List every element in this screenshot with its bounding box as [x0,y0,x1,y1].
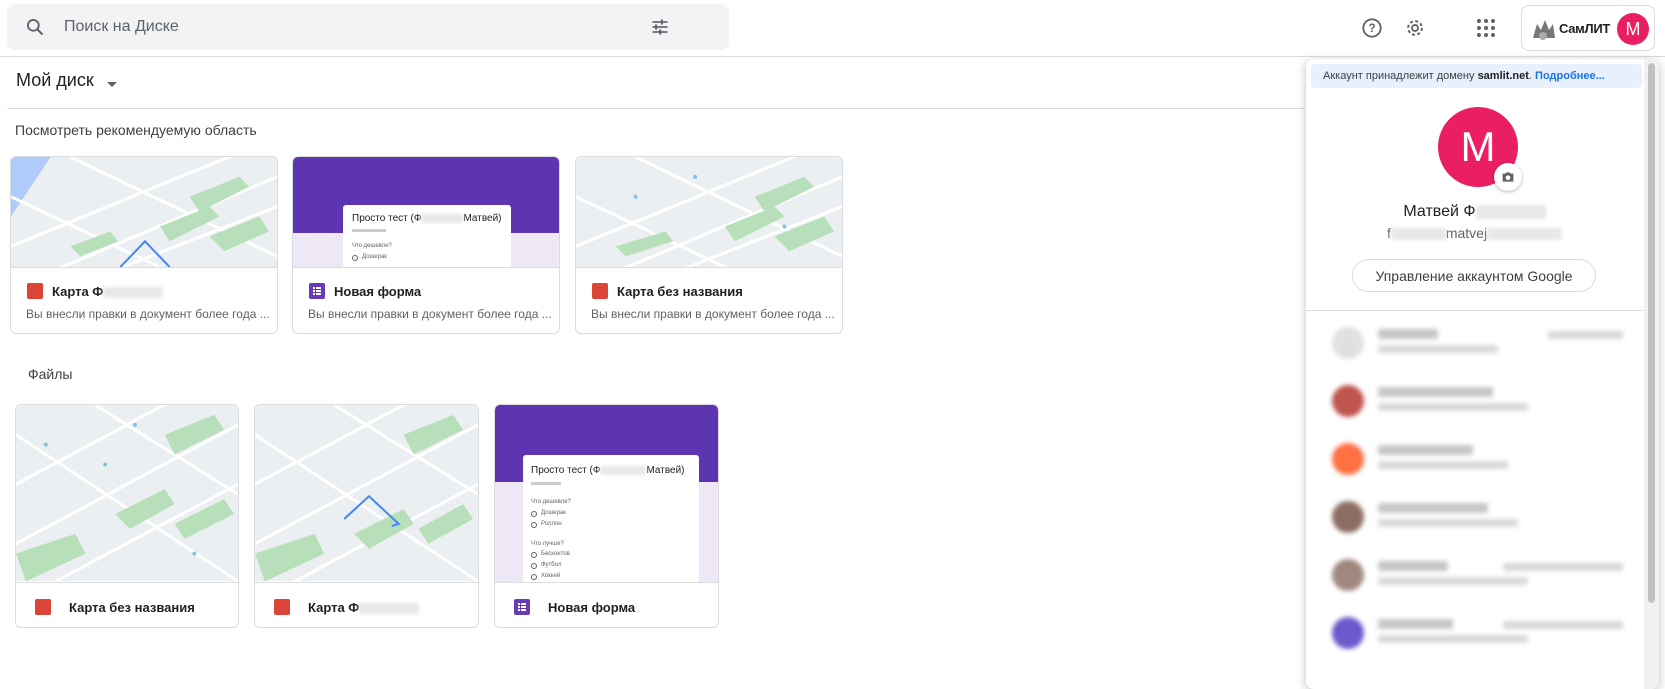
search-icon[interactable] [25,17,45,37]
chevron-down-icon[interactable] [107,82,117,87]
settings-button[interactable] [1395,8,1435,48]
map-thumbnail [255,405,478,583]
radio-icon [531,574,537,580]
email-middle: matvej [1445,225,1488,241]
org-name: СамЛИТ [1559,21,1610,36]
redacted-text [1475,204,1546,219]
suggested-title: Посмотреть рекомендуемую область [15,122,257,138]
form-thumbnail: Просто тест (Ф Матвей) Что дешевле? Дошер… [495,405,718,583]
suggested-card[interactable]: Карта без названия Вы внесли правки в до… [575,156,843,334]
account-list-item[interactable] [1306,487,1643,545]
file-card[interactable]: Карта без названия [15,404,239,628]
search-input[interactable]: Поиск на Диске [64,18,179,36]
file-name: Новая форма [334,284,422,299]
redacted-text [103,287,164,299]
files-title: Файлы [28,366,73,382]
maps-icon [274,599,290,615]
form-thumbnail: Просто тест (Ф Матвей) Что дешевле? Дошер… [293,157,559,268]
form-preview-title-end: Матвей) [463,213,502,224]
apps-grid-icon [1477,19,1495,37]
form-preview-title-end: Матвей) [646,465,685,476]
top-bar: Поиск на Диске ? СамЛИТ M [0,0,1665,57]
form-preview-option: Бесконтов [541,551,570,557]
domain-banner: Аккаунт принадлежит домену samlit.net. П… [1311,64,1642,88]
manage-account-button[interactable]: Управление аккаунтом Google [1352,259,1596,292]
file-activity: Вы внесли правки в документ более года .… [591,307,835,321]
account-name-text: Матвей Ф [1403,203,1476,220]
file-card[interactable]: Просто тест (Ф Матвей) Что дешевле? Дошер… [494,404,719,628]
redacted-text [1487,228,1563,241]
form-preview-question: Что дешевле? [352,243,392,249]
forms-icon [309,283,325,299]
redacted-text [600,465,647,475]
map-thumbnail [16,405,238,583]
account-email: f matvej [1306,225,1643,241]
form-preview-option: Дошерак [362,254,387,260]
file-name-text: Карта Ф [52,284,104,299]
scrollbar[interactable] [1644,59,1659,689]
redacted-text [359,603,420,615]
form-preview-desc [352,229,386,232]
help-icon: ? [1362,18,1382,38]
radio-icon [531,552,537,558]
map-thumbnail [11,157,277,268]
form-preview-title: Просто тест (Ф [352,213,422,224]
file-name: Карта без названия [69,600,195,615]
file-card[interactable]: Карта Ф [254,404,479,628]
file-name: Новая форма [548,600,636,615]
help-button[interactable]: ? [1352,8,1392,48]
account-list-item[interactable] [1306,603,1643,661]
redacted-text [1390,228,1446,241]
account-list-item[interactable] [1306,371,1643,429]
org-logo-icon [1533,20,1555,40]
map-thumbnail [576,157,842,268]
maps-icon [592,283,608,299]
suggested-card[interactable]: Карта Ф Вы внесли правки в документ боле… [10,156,278,334]
suggested-card[interactable]: Просто тест (Ф Матвей) Что дешевле? Дошер… [292,156,560,334]
change-photo-button[interactable] [1494,163,1522,191]
gear-icon [1407,20,1423,36]
file-name-text: Карта Ф [308,600,360,615]
search-box[interactable]: Поиск на Диске [7,4,729,50]
account-name: Матвей Ф [1306,203,1643,221]
breadcrumb[interactable]: Мой диск [16,70,94,91]
form-preview-question: Что лучше? [531,541,564,547]
domain-text: Аккаунт принадлежит домену [1323,70,1478,82]
divider [1306,310,1643,311]
radio-icon [531,522,537,528]
search-options-icon[interactable] [650,17,670,37]
maps-icon [27,283,43,299]
form-preview-option: Хоккей [541,573,561,579]
form-preview-desc [531,482,561,485]
file-activity: Вы внесли правки в документ более года .… [308,307,552,321]
divider [7,108,1305,109]
file-name: Карта Ф [308,600,420,615]
account-chip[interactable]: СамЛИТ M [1521,5,1655,51]
account-list-item[interactable] [1306,429,1643,487]
maps-icon [35,599,51,615]
account-panel: Аккаунт принадлежит домену samlit.net. П… [1306,59,1659,689]
form-preview-option: Футбол [541,562,562,568]
svg-text:?: ? [1368,21,1375,35]
form-preview-option: Дошерак [541,510,566,516]
forms-icon [514,599,530,615]
learn-more-link[interactable]: Подробнее... [1535,70,1605,82]
form-preview-option: Роллон [541,521,562,527]
form-preview-question: Что дешевле? [531,499,571,505]
scrollbar-thumb[interactable] [1648,63,1655,603]
file-name: Карта Ф [52,284,164,299]
form-preview-title: Просто тест (Ф [531,465,601,476]
domain-name: samlit.net [1477,70,1529,82]
camera-icon [1502,172,1514,182]
radio-icon [531,563,537,569]
account-list-item[interactable] [1306,313,1643,371]
apps-button[interactable] [1466,8,1506,48]
radio-icon [352,255,358,261]
file-name: Карта без названия [617,284,743,299]
radio-icon [531,511,537,517]
avatar[interactable]: M [1617,13,1649,45]
redacted-text [421,213,464,223]
file-activity: Вы внесли правки в документ более года .… [26,307,270,321]
account-list-item[interactable] [1306,545,1643,603]
